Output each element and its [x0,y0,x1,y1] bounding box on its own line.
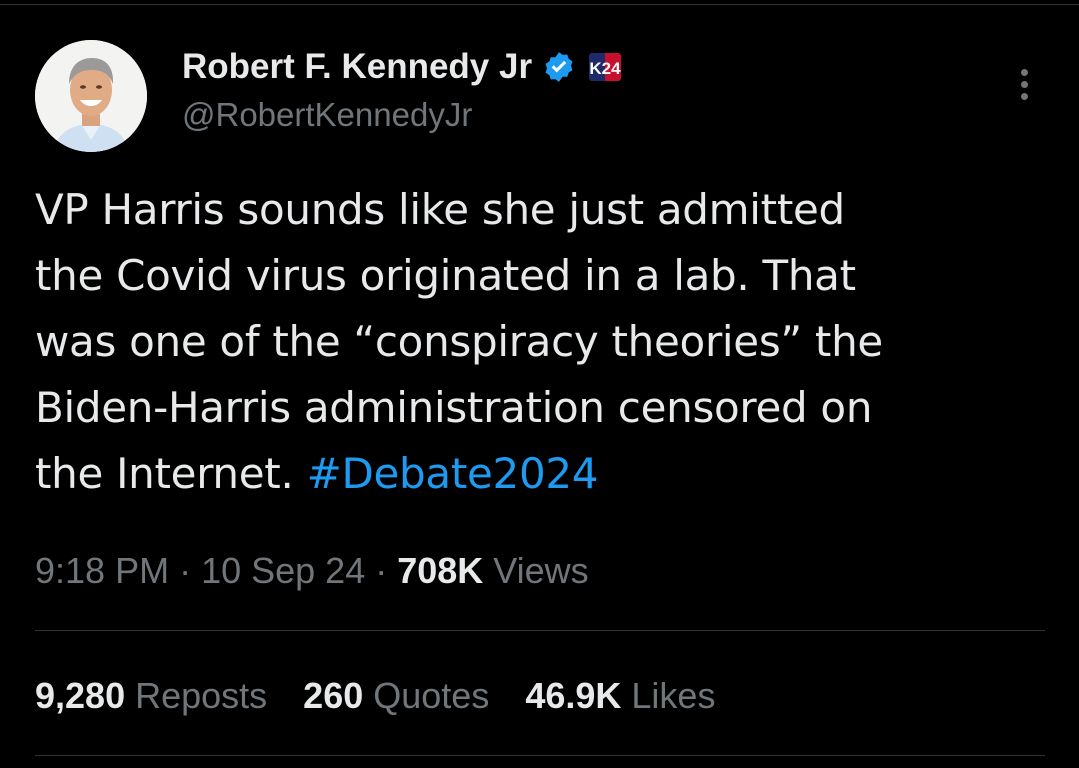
stats-top-divider [35,630,1045,631]
author-handle[interactable]: @RobertKennedyJr [182,96,472,134]
author-display-name[interactable]: Robert F. Kennedy Jr [182,47,532,87]
quotes-count: 260 [303,675,364,716]
hashtag-link[interactable]: #Debate2024 [307,449,599,498]
views-count: 708K [397,550,484,591]
avatar[interactable] [35,40,147,152]
quotes-stat[interactable]: 260 Quotes [303,675,489,717]
likes-label: Likes [631,675,716,716]
meta-separator: · [365,550,398,591]
more-dot-icon [1020,92,1028,100]
more-dot-icon [1020,68,1028,76]
reposts-label: Reposts [135,675,268,716]
reposts-count: 9,280 [35,675,126,716]
tweet-meta: 9:18 PM · 10 Sep 24 · 708K Views [35,550,589,592]
tweet-text-last-prefix: the Internet. [35,449,307,498]
tweet-text: VP Harris sounds like she just admitted … [35,177,1045,507]
engagement-stats: 9,280 Reposts 260 Quotes 46.9K Likes [35,675,715,717]
tweet-text-line: Biden-Harris administration censored on [35,383,873,432]
tweet-text-line: was one of the “conspiracy theories” the [35,317,883,366]
views-label: Views [483,550,589,591]
tweet-text-line: the Covid virus originated in a lab. Tha… [35,251,856,300]
tweet-text-line: VP Harris sounds like she just admitted [35,185,845,234]
more-dot-icon [1020,80,1028,88]
top-divider [0,4,1079,5]
more-options-button[interactable] [1010,64,1038,104]
likes-stat[interactable]: 46.9K Likes [525,675,715,717]
campaign-badge-text: K24 [589,59,621,78]
author-name-row: Robert F. Kennedy Jr K24 [182,44,622,90]
tweet-date[interactable]: 10 Sep 24 [201,550,365,591]
verified-badge-icon[interactable] [542,50,576,84]
reposts-stat[interactable]: 9,280 Reposts [35,675,267,717]
campaign-badge-icon[interactable]: K24 [588,50,622,84]
meta-separator: · [169,550,202,591]
profile-photo-icon [35,40,147,152]
tweet-time[interactable]: 9:18 PM [35,550,169,591]
tweet-text-line-last: the Internet. #Debate2024 [35,441,1045,507]
likes-count: 46.9K [525,675,622,716]
quotes-label: Quotes [373,675,490,716]
stats-bottom-divider [35,755,1045,756]
